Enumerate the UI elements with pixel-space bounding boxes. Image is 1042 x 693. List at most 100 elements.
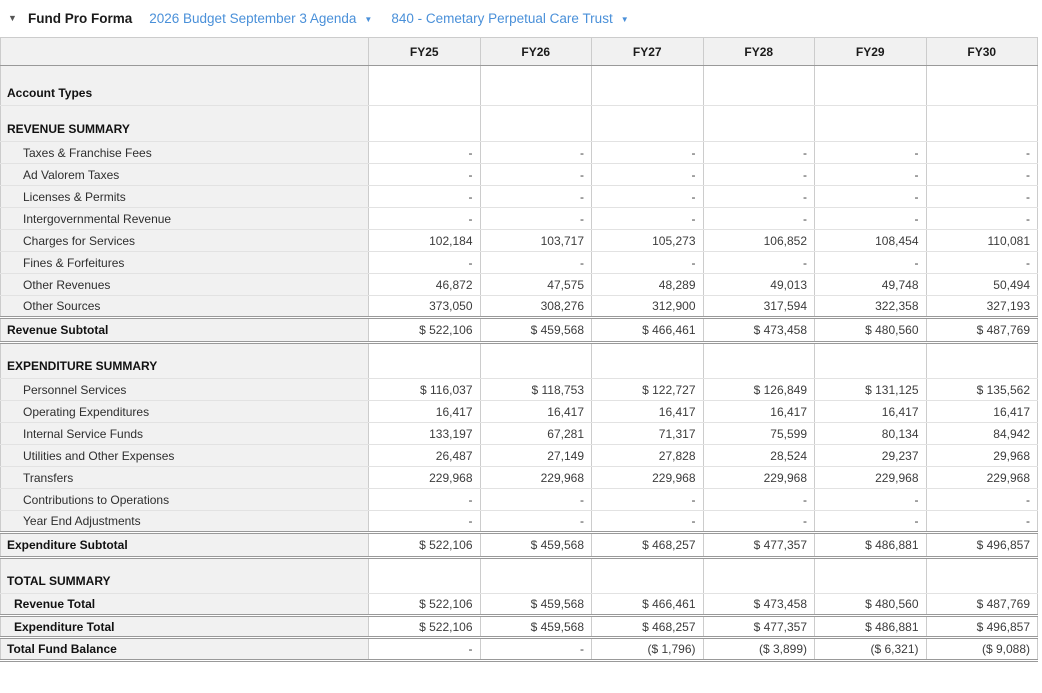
value-cell: 229,968: [814, 466, 927, 489]
value-cell: 373,050: [368, 295, 481, 318]
value-cell: -: [479, 251, 592, 274]
table-row-personnel-services: Personnel Services $ 116,037 $ 118,753 $ 12…: [0, 378, 1038, 401]
value-cell: 67,281: [479, 422, 592, 445]
value-cell: [814, 65, 927, 106]
value-cell: 110,081: [925, 229, 1038, 252]
value-cell: 108,454: [814, 229, 927, 252]
table-row-internal-service-funds: Internal Service Funds 133,197 67,281 71,31…: [0, 422, 1038, 445]
value-cell: $ 459,568: [479, 593, 592, 617]
value-cell: $ 116,037: [368, 378, 481, 401]
value-cell: 105,273: [591, 229, 704, 252]
pro-forma-table-body: Account Types REVENUE SUMMARY Taxes & Fran…: [0, 65, 1038, 662]
value-cell: [479, 105, 592, 142]
table-row-contributions-to-operations: Contributions to Operations - - - - - -: [0, 488, 1038, 511]
value-cell: 47,575: [479, 273, 592, 296]
table-row-operating-expenditures: Operating Expenditures 16,417 16,417 16,417…: [0, 400, 1038, 423]
table-row-utilities-and-other-expenses: Utilities and Other Expenses 26,487 27,149…: [0, 444, 1038, 467]
value-cell: -: [814, 510, 927, 533]
row-label: Contributions to Operations: [0, 488, 369, 511]
value-cell: [479, 65, 592, 106]
value-cell: $ 466,461: [591, 316, 704, 344]
value-cell: $ 522,106: [368, 593, 481, 617]
value-cell: $ 468,257: [591, 531, 704, 559]
row-label: Other Sources: [0, 295, 369, 318]
column-header-fy28: FY28: [702, 37, 815, 66]
value-cell: -: [479, 637, 592, 662]
value-cell: 229,968: [925, 466, 1038, 489]
row-label: Internal Service Funds: [0, 422, 369, 445]
corner-header-cell: [0, 37, 369, 66]
value-cell: [814, 342, 927, 379]
value-cell: [702, 557, 815, 594]
value-cell: -: [479, 488, 592, 511]
value-cell: $ 459,568: [479, 316, 592, 344]
column-header-fy27: FY27: [591, 37, 704, 66]
value-cell: 16,417: [702, 400, 815, 423]
value-cell: $ 135,562: [925, 378, 1038, 401]
value-cell: 71,317: [591, 422, 704, 445]
table-header-row: FY25 FY26 FY27 FY28 FY29 FY30: [0, 37, 1038, 66]
value-cell: ($ 9,088): [925, 637, 1038, 662]
value-cell: $ 487,769: [925, 593, 1038, 617]
budget-dropdown[interactable]: 2026 Budget September 3 Agenda ▼: [149, 11, 372, 26]
value-cell: 133,197: [368, 422, 481, 445]
collapse-arrow-icon[interactable]: ▼: [8, 14, 28, 23]
value-cell: $ 496,857: [925, 531, 1038, 559]
column-header-fy25: FY25: [368, 37, 481, 66]
value-cell: -: [925, 510, 1038, 533]
value-cell: 312,900: [591, 295, 704, 318]
value-cell: -: [591, 141, 704, 164]
value-cell: -: [368, 510, 481, 533]
value-cell: [368, 65, 481, 106]
value-cell: -: [814, 163, 927, 186]
value-cell: [814, 105, 927, 142]
column-header-fy30: FY30: [925, 37, 1038, 66]
row-label: EXPENDITURE SUMMARY: [0, 342, 369, 379]
fund-dropdown[interactable]: 840 - Cemetary Perpetual Care Trust ▼: [391, 11, 628, 26]
table-row-total-summary: TOTAL SUMMARY: [0, 557, 1038, 594]
table-row-fines-forfeitures: Fines & Forfeitures - - - - - -: [0, 251, 1038, 274]
value-cell: -: [368, 185, 481, 208]
value-cell: $ 118,753: [479, 378, 592, 401]
value-cell: 80,134: [814, 422, 927, 445]
table-row-ad-valorem-taxes: Ad Valorem Taxes - - - - - -: [0, 163, 1038, 186]
value-cell: [591, 342, 704, 379]
table-row-account-types: Account Types: [0, 65, 1038, 106]
value-cell: -: [368, 141, 481, 164]
value-cell: 29,237: [814, 444, 927, 467]
value-cell: [925, 342, 1038, 379]
value-cell: -: [814, 185, 927, 208]
row-label: Fines & Forfeitures: [0, 251, 369, 274]
value-cell: -: [368, 207, 481, 230]
value-cell: 27,149: [479, 444, 592, 467]
value-cell: [368, 557, 481, 594]
value-cell: 102,184: [368, 229, 481, 252]
value-cell: -: [702, 163, 815, 186]
value-cell: 49,748: [814, 273, 927, 296]
value-cell: 229,968: [368, 466, 481, 489]
value-cell: -: [591, 185, 704, 208]
value-cell: 29,968: [925, 444, 1038, 467]
value-cell: -: [479, 185, 592, 208]
row-label: Revenue Subtotal: [0, 316, 369, 344]
value-cell: -: [368, 637, 481, 662]
value-cell: 75,599: [702, 422, 815, 445]
value-cell: 16,417: [591, 400, 704, 423]
value-cell: -: [814, 251, 927, 274]
table-row-transfers: Transfers 229,968 229,968 229,968 229,968 229…: [0, 466, 1038, 489]
row-label: Total Fund Balance: [0, 637, 369, 662]
table-row-taxes-franchise-fees: Taxes & Franchise Fees - - - - - -: [0, 141, 1038, 164]
row-label: REVENUE SUMMARY: [0, 105, 369, 142]
value-cell: -: [925, 251, 1038, 274]
row-label: Expenditure Total: [0, 615, 369, 639]
value-cell: -: [925, 207, 1038, 230]
row-label: Expenditure Subtotal: [0, 531, 369, 559]
value-cell: -: [591, 488, 704, 511]
table-row-expenditure-total: Expenditure Total $ 522,106 $ 459,568 $ 468…: [0, 615, 1038, 639]
value-cell: 49,013: [702, 273, 815, 296]
value-cell: [479, 342, 592, 379]
value-cell: -: [368, 251, 481, 274]
table-row-total-fund-balance: Total Fund Balance - - ($ 1,796) ($ 3,899) ($…: [0, 637, 1038, 662]
value-cell: [925, 65, 1038, 106]
value-cell: 16,417: [368, 400, 481, 423]
